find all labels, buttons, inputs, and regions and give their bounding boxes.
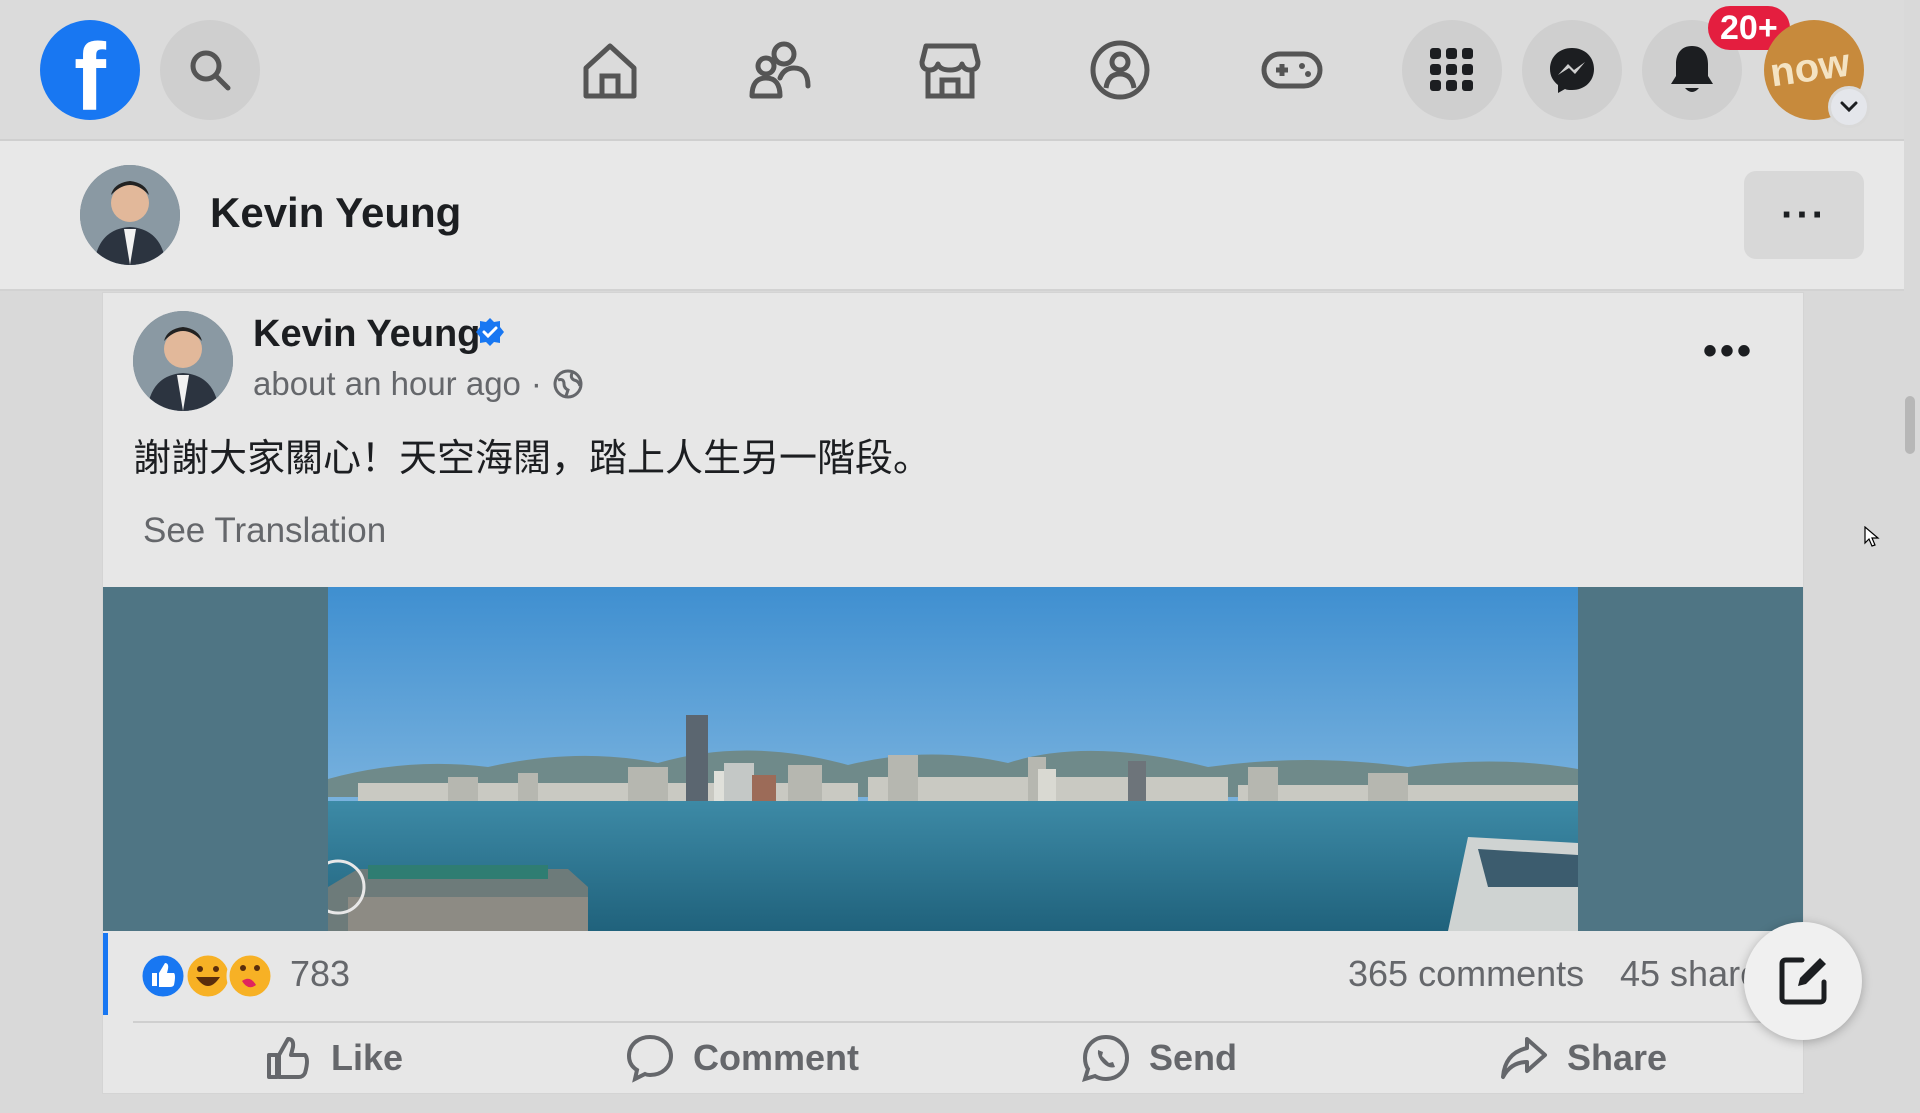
top-navigation-bar: f 20+ now	[0, 0, 1904, 141]
menu-grid-icon	[1430, 48, 1473, 91]
post-photo[interactable]	[103, 587, 1803, 931]
care-reaction-icon	[226, 952, 274, 1000]
bell-icon	[1671, 46, 1713, 92]
thumbs-up-icon	[267, 1037, 309, 1079]
post-author-avatar[interactable]	[133, 311, 233, 411]
page-scrollbar[interactable]	[1904, 0, 1920, 1080]
home-tab[interactable]	[570, 30, 650, 110]
like-button[interactable]: Like	[263, 1033, 403, 1083]
like-reaction-icon	[139, 952, 187, 1000]
new-message-button[interactable]	[1744, 922, 1862, 1040]
messenger-icon	[1550, 48, 1594, 93]
marketplace-icon	[919, 43, 981, 99]
account-menu-button[interactable]	[1828, 86, 1870, 128]
post-meta: about an hour ago ·	[253, 365, 584, 403]
share-button[interactable]: Share	[1499, 1033, 1667, 1083]
chevron-down-icon	[1840, 101, 1858, 113]
post-timestamp[interactable]: about an hour ago	[253, 365, 521, 403]
author-photo	[133, 311, 233, 411]
reaction-count[interactable]: 783	[290, 953, 350, 995]
like-label: Like	[331, 1037, 404, 1078]
reaction-icons[interactable]	[138, 951, 278, 1001]
friends-icon	[749, 41, 811, 99]
profile-more-button[interactable]: ···	[1744, 171, 1864, 259]
search-button[interactable]	[160, 20, 260, 120]
verified-badge-icon	[476, 318, 504, 346]
profile-header: Kevin Yeung ···	[0, 141, 1904, 291]
actions-divider	[133, 1021, 1773, 1023]
share-arrow-icon	[1501, 1037, 1547, 1079]
reactions-bar: 783 365 comments 45 shares	[103, 933, 1808, 1015]
haha-reaction-icon	[184, 952, 232, 1000]
gaming-icon	[1261, 51, 1323, 89]
post-author-name[interactable]: Kevin Yeung	[253, 313, 480, 356]
groups-icon	[1090, 40, 1150, 100]
post-card: Kevin Yeung about an hour ago · ••• 謝謝大家…	[102, 292, 1804, 1094]
profile-avatar[interactable]	[80, 165, 180, 265]
share-label: Share	[1567, 1037, 1668, 1078]
meta-separator: ·	[530, 365, 542, 402]
whatsapp-icon	[1082, 1034, 1130, 1082]
comment-icon	[626, 1034, 674, 1083]
facebook-logo[interactable]: f	[40, 20, 140, 120]
scrollbar-thumb[interactable]	[1905, 396, 1915, 454]
see-translation-link[interactable]: See Translation	[143, 511, 386, 551]
menu-button[interactable]	[1402, 20, 1502, 120]
mouse-cursor-icon	[1864, 526, 1880, 547]
globe-icon	[553, 369, 583, 399]
post-actions: Like Comment Send Share	[103, 1033, 1803, 1113]
comment-count[interactable]: 365 comments	[1348, 953, 1584, 995]
post-options-button[interactable]: •••	[1703, 329, 1754, 374]
profile-photo	[80, 165, 180, 265]
gaming-tab[interactable]	[1252, 30, 1332, 110]
send-label: Send	[1149, 1037, 1238, 1078]
home-icon	[583, 43, 637, 99]
profile-name: Kevin Yeung	[210, 189, 462, 236]
compose-icon	[1779, 957, 1827, 1005]
search-icon	[190, 50, 231, 91]
send-button[interactable]: Send	[1081, 1033, 1237, 1083]
post-body: 謝謝大家關心！天空海闊，踏上人生另一階段。	[133, 436, 932, 480]
marketplace-tab[interactable]	[910, 30, 990, 110]
friends-tab[interactable]	[740, 30, 820, 110]
comment-button[interactable]: Comment	[625, 1033, 859, 1083]
comment-label: Comment	[693, 1037, 860, 1078]
groups-tab[interactable]	[1080, 30, 1160, 110]
harbour-panorama-image	[328, 587, 1578, 931]
messenger-button[interactable]	[1522, 20, 1622, 120]
